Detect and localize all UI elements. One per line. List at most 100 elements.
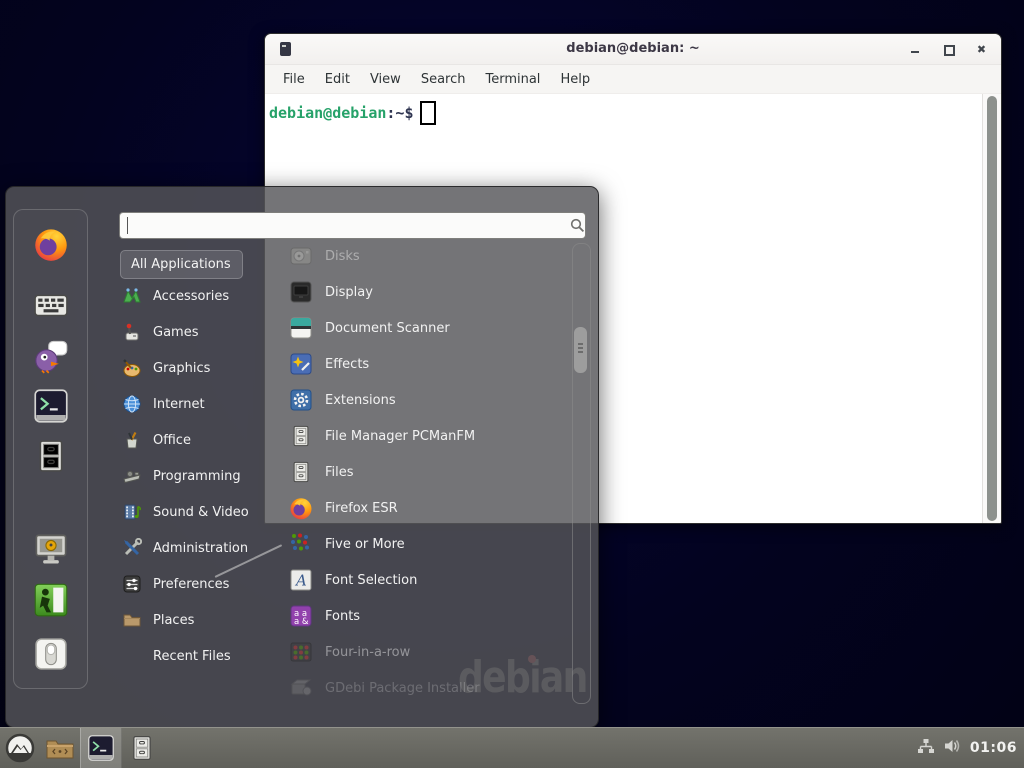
- internet-globe-icon: [122, 394, 142, 414]
- gdebi-icon: [289, 676, 313, 700]
- taskbar-terminal-button[interactable]: [80, 728, 122, 768]
- menu-terminal[interactable]: Terminal: [475, 72, 550, 87]
- taskbar-file-manager-button[interactable]: [122, 728, 162, 768]
- menu-help[interactable]: Help: [550, 72, 600, 87]
- svg-text:a &: a &: [294, 617, 309, 627]
- category-preferences[interactable]: Preferences: [122, 566, 282, 602]
- keyboard-icon: [34, 294, 68, 318]
- effects-icon: [289, 352, 313, 376]
- app-files[interactable]: Files: [289, 454, 569, 490]
- document-scanner-icon: [289, 316, 313, 340]
- menu-edit[interactable]: Edit: [315, 72, 360, 87]
- terminal-icon: [87, 734, 115, 762]
- sound-video-icon: [122, 502, 142, 522]
- favorites-column: [13, 209, 88, 689]
- disks-icon: [289, 244, 313, 268]
- accessories-icon: [122, 286, 142, 306]
- category-office[interactable]: Office: [122, 422, 282, 458]
- file-cabinet-icon: [289, 424, 313, 448]
- programming-icon: [122, 466, 142, 486]
- app-display[interactable]: Display: [289, 274, 569, 310]
- preferences-icon: [122, 574, 142, 594]
- terminal-titlebar[interactable]: debian@debian: ~ ✖: [265, 34, 1001, 65]
- log-out-button[interactable]: [33, 582, 69, 618]
- file-manager-favorite-button[interactable]: [33, 438, 69, 474]
- app-gdebi-package-installer[interactable]: GDebi Package Installer: [289, 670, 569, 706]
- extensions-icon: [289, 388, 313, 412]
- category-internet[interactable]: Internet: [122, 386, 282, 422]
- application-list: Disks Display Document Scanner: [289, 238, 569, 706]
- prompt-line: debian@debian:~$: [265, 94, 1001, 125]
- app-effects[interactable]: Effects: [289, 346, 569, 382]
- prompt-suffix: :~$: [386, 104, 413, 122]
- pidgin-icon: [33, 338, 69, 374]
- terminal-cursor: [420, 101, 436, 125]
- lock-screen-button[interactable]: [33, 532, 69, 568]
- firefox-favorite-button[interactable]: [33, 226, 69, 262]
- terminal-scrollbar-track[interactable]: [982, 94, 1001, 523]
- folder-icon: [45, 736, 75, 761]
- close-button[interactable]: ✖: [976, 44, 987, 55]
- network-icon[interactable]: [917, 738, 935, 759]
- category-graphics[interactable]: Graphics: [122, 350, 282, 386]
- taskbar: 01:06: [0, 727, 1024, 768]
- office-icon: [122, 430, 142, 450]
- file-cabinet-icon: [129, 734, 155, 762]
- app-extensions[interactable]: Extensions: [289, 382, 569, 418]
- quit-button[interactable]: [33, 636, 69, 672]
- menu-file[interactable]: File: [273, 72, 315, 87]
- app-five-or-more[interactable]: Five or More: [289, 526, 569, 562]
- prompt-user-host: debian@debian: [269, 104, 386, 122]
- places-folder-icon: [122, 610, 142, 630]
- menu-scrollbar-track[interactable]: [572, 243, 591, 704]
- firefox-icon: [33, 226, 69, 262]
- fonts-icon: a a a &: [289, 604, 313, 628]
- menu-button[interactable]: [0, 728, 40, 768]
- category-places[interactable]: Places: [122, 602, 282, 638]
- minimize-button[interactable]: [910, 44, 921, 55]
- app-document-scanner[interactable]: Document Scanner: [289, 310, 569, 346]
- clock[interactable]: 01:06: [970, 740, 1017, 756]
- category-recent-files[interactable]: Recent Files: [122, 638, 282, 674]
- pidgin-favorite-button[interactable]: [33, 338, 69, 374]
- search-caret: [127, 217, 128, 234]
- recent-files-spacer: [122, 646, 142, 666]
- four-in-a-row-icon: [289, 640, 313, 664]
- terminal-icon: [33, 388, 69, 424]
- menu-scrollbar-handle[interactable]: [574, 327, 587, 373]
- keyboard-favorite-button[interactable]: [33, 288, 69, 324]
- category-games[interactable]: Games: [122, 314, 282, 350]
- category-programming[interactable]: Programming: [122, 458, 282, 494]
- file-cabinet-icon: [289, 460, 313, 484]
- app-four-in-a-row[interactable]: Four-in-a-row: [289, 634, 569, 670]
- category-administration[interactable]: Administration: [122, 530, 282, 566]
- category-sound-video[interactable]: Sound & Video: [122, 494, 282, 530]
- app-fonts[interactable]: a a a & Fonts: [289, 598, 569, 634]
- terminal-scrollbar-handle[interactable]: [987, 96, 997, 521]
- shutdown-switch-icon: [34, 637, 68, 671]
- taskbar-folder-button[interactable]: [40, 728, 80, 768]
- terminal-title: debian@debian: ~: [265, 34, 1001, 64]
- app-firefox-esr[interactable]: Firefox ESR: [289, 490, 569, 526]
- app-disks[interactable]: Disks: [289, 238, 569, 274]
- graphics-icon: [122, 358, 142, 378]
- svg-text:A: A: [294, 572, 307, 590]
- menu-logo-icon: [5, 733, 35, 763]
- administration-icon: [122, 538, 142, 558]
- games-icon: [122, 322, 142, 342]
- system-tray: 01:06: [917, 737, 1024, 759]
- font-selection-icon: A: [289, 568, 313, 592]
- terminal-favorite-button[interactable]: [33, 388, 69, 424]
- volume-icon[interactable]: [943, 737, 962, 759]
- menu-search[interactable]: Search: [411, 72, 476, 87]
- category-accessories[interactable]: Accessories: [122, 278, 282, 314]
- category-all-applications[interactable]: All Applications: [120, 250, 243, 279]
- five-or-more-icon: [289, 532, 313, 556]
- maximize-button[interactable]: [943, 44, 954, 55]
- app-file-manager-pcmanfm[interactable]: File Manager PCManFM: [289, 418, 569, 454]
- terminal-menubar: File Edit View Search Terminal Help: [265, 65, 1001, 94]
- menu-view[interactable]: View: [360, 72, 411, 87]
- firefox-icon: [289, 496, 313, 520]
- search-input[interactable]: [119, 212, 586, 239]
- app-font-selection[interactable]: A Font Selection: [289, 562, 569, 598]
